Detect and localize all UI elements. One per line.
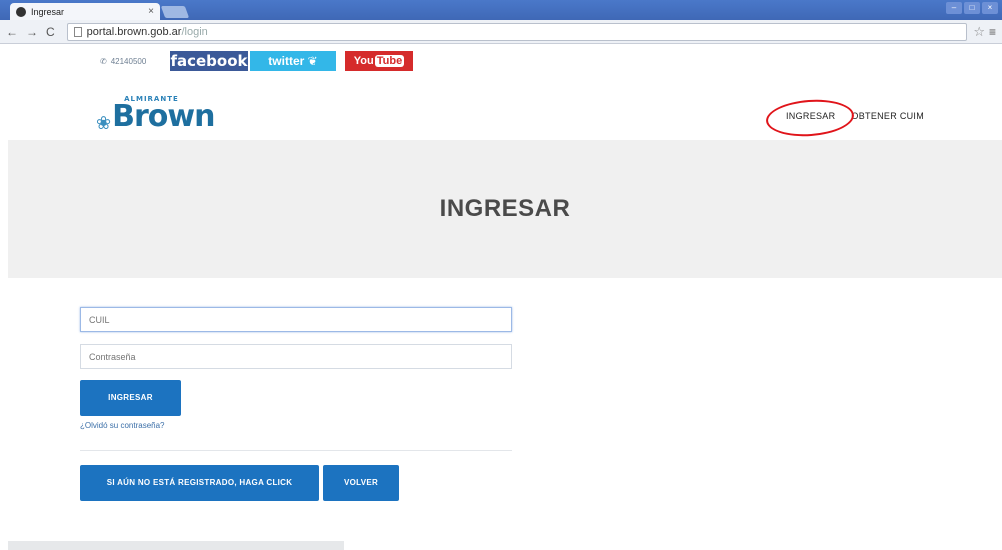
browser-titlebar: Ingresar × – □ × xyxy=(0,0,1002,20)
forgot-password-link[interactable]: ¿Olvidó su contraseña? xyxy=(80,421,165,430)
page-title: INGRESAR xyxy=(439,195,571,222)
facebook-link[interactable]: facebook xyxy=(170,51,248,71)
url-path: /login xyxy=(181,25,208,38)
back-arrow-icon[interactable]: ← xyxy=(6,25,18,39)
maximize-icon[interactable]: □ xyxy=(964,2,980,14)
phone-number: 42140500 xyxy=(110,57,147,66)
register-button[interactable]: SI AÚN NO ESTÁ REGISTRADO, HAGA CLICK xyxy=(80,465,319,501)
tab-close-icon[interactable]: × xyxy=(148,6,154,17)
window-controls: – □ × xyxy=(946,2,998,14)
reload-icon[interactable]: C xyxy=(46,25,55,39)
form-divider xyxy=(80,450,512,451)
social-bar xyxy=(0,44,1002,90)
annotation-circle xyxy=(764,96,856,140)
logo-brown-text: Brown xyxy=(112,99,215,134)
youtube-you: You xyxy=(353,55,374,67)
logo-small-text: ALMIRANTE xyxy=(124,95,179,103)
tab-title: Ingresar xyxy=(31,6,65,17)
bookmark-star-icon[interactable]: ☆ xyxy=(973,24,985,40)
twitter-bird-icon: ❦ xyxy=(307,54,318,68)
login-button[interactable]: INGRESAR xyxy=(80,380,181,416)
youtube-tube: Tube xyxy=(374,55,405,67)
twitter-link[interactable]: twitter ❦ xyxy=(250,51,336,71)
browser-tab[interactable]: Ingresar × xyxy=(10,3,160,20)
url-host: portal.brown.gob.ar xyxy=(86,25,182,38)
cuil-input[interactable] xyxy=(80,307,512,332)
phone-icon: ✆ xyxy=(100,57,107,66)
phone-contact: ✆ 42140500 xyxy=(100,57,146,66)
nav-obtener-cuim[interactable]: OBTENER CUIM xyxy=(851,111,924,121)
logo-word: ALMIRANTE Brown xyxy=(112,95,215,134)
password-input[interactable] xyxy=(80,344,512,369)
address-bar: ← → C portal.brown.gob.ar/login ☆ ≡ xyxy=(0,20,1002,44)
minimize-icon[interactable]: – xyxy=(946,2,962,14)
forward-arrow-icon[interactable]: → xyxy=(26,25,38,39)
back-button[interactable]: VOLVER xyxy=(323,465,399,501)
page-icon xyxy=(73,26,82,37)
logo-leaf-icon: ❀ xyxy=(96,113,112,133)
youtube-link[interactable]: You Tube xyxy=(345,51,413,71)
new-tab-button[interactable] xyxy=(160,6,190,18)
site-logo[interactable]: ❀ ALMIRANTE Brown xyxy=(96,95,215,134)
url-input[interactable]: portal.brown.gob.ar/login xyxy=(66,22,968,41)
close-window-icon[interactable]: × xyxy=(982,2,998,14)
twitter-label: twitter xyxy=(268,54,305,68)
tab-favicon-icon xyxy=(16,6,26,17)
browser-menu-icon[interactable]: ≡ xyxy=(989,25,996,39)
page-banner: INGRESAR xyxy=(8,140,1002,278)
browser-status-bar xyxy=(8,541,344,550)
